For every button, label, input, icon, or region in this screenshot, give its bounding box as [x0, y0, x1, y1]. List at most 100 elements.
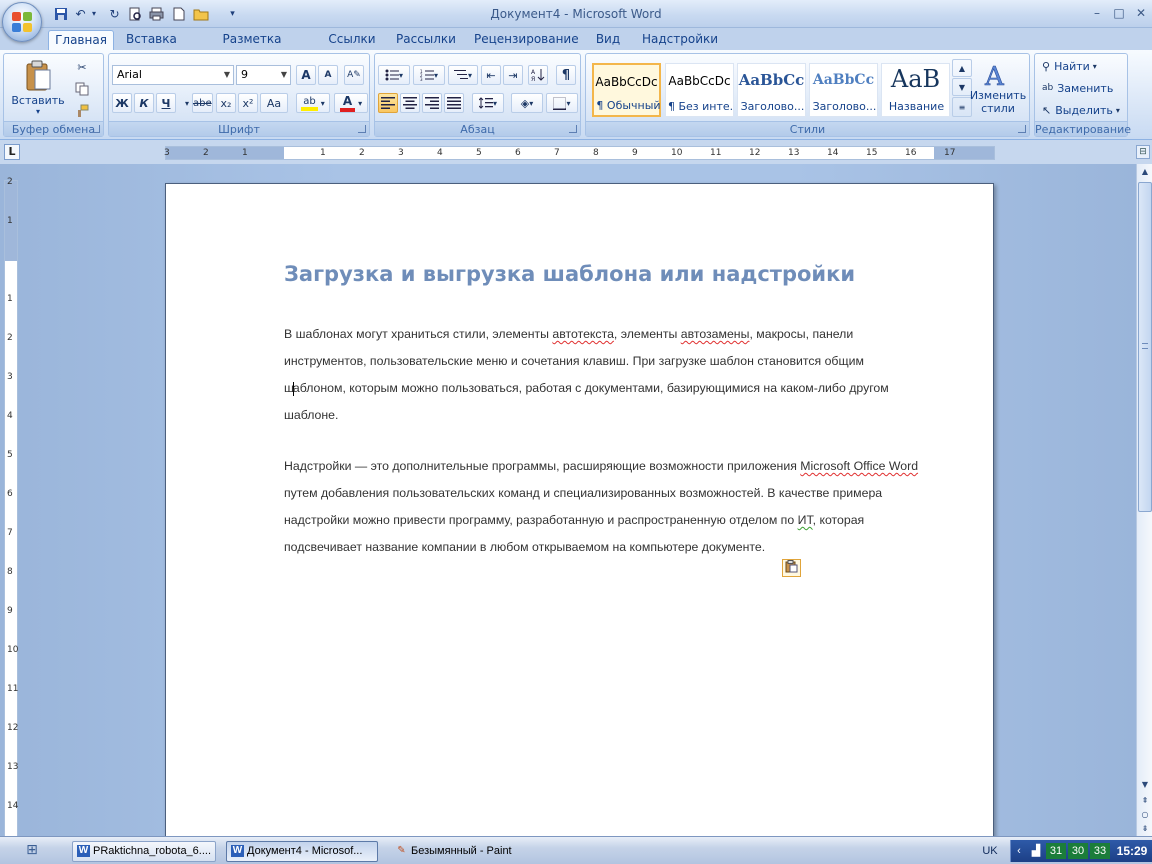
styles-launcher-icon[interactable] [1018, 125, 1026, 133]
taskbar-item-paint[interactable]: ✎ Безымянный - Paint [390, 841, 540, 862]
spelling-error[interactable]: Microsoft Office Word [800, 459, 918, 473]
font-color-button[interactable]: A ▾ [334, 93, 368, 113]
show-formatting-button[interactable]: ¶ [556, 65, 576, 85]
italic-button[interactable]: К [134, 93, 154, 113]
styles-scroll-up-icon[interactable]: ▲ [952, 59, 972, 77]
tray-counter-2[interactable]: 30 [1068, 843, 1088, 859]
taskbar-item-praktichna[interactable]: W PRaktichna_robota_6.... [72, 841, 216, 862]
multilevel-list-button[interactable]: ▾ [448, 65, 478, 85]
change-styles-button[interactable]: A Изменить стили [970, 56, 1026, 120]
taskbar-item-document4[interactable]: W Документ4 - Microsof... [226, 841, 378, 862]
minimize-button[interactable]: – [1086, 4, 1108, 22]
tab-review[interactable]: Рецензирование [468, 30, 580, 50]
tab-page-layout[interactable]: Разметка страницы [190, 30, 314, 65]
print-preview-icon[interactable] [126, 5, 143, 22]
scroll-up-icon[interactable]: ▲ [1138, 165, 1152, 179]
tab-addins[interactable]: Надстройки [636, 30, 722, 50]
font-launcher-icon[interactable] [358, 125, 366, 133]
borders-icon [553, 96, 567, 110]
copy-icon[interactable] [72, 79, 92, 99]
spelling-error[interactable]: автотекста [552, 327, 614, 341]
style-heading-2[interactable]: AaBbCc Заголово... [809, 63, 878, 117]
clipboard-launcher-icon[interactable] [92, 125, 100, 133]
undo-dropdown-icon[interactable]: ▾ [89, 5, 99, 22]
justify-button[interactable] [444, 93, 464, 113]
tab-references[interactable]: Ссылки [322, 30, 382, 50]
font-size-combo[interactable]: 9 ▼ [236, 65, 291, 85]
ruler-number: 13 [788, 148, 800, 158]
horizontal-ruler[interactable]: 3 2 1 1 2 3 4 5 6 7 8 9 10 11 12 13 14 15 16 17 [164, 146, 995, 160]
scrollbar-thumb[interactable] [1138, 182, 1152, 512]
language-indicator[interactable]: UK [976, 842, 1004, 860]
numbering-button[interactable]: 1 2 3 ▾ [413, 65, 445, 85]
vertical-scrollbar[interactable]: ▲ ▼ ⇞ ○ ⇟ [1136, 164, 1152, 836]
undo-icon[interactable]: ↶ [72, 5, 89, 22]
style-heading-1[interactable]: AaBbCc Заголово... [737, 63, 806, 117]
font-name-combo[interactable]: Arial ▼ [112, 65, 234, 85]
customize-toolbar-icon[interactable]: ▾ [224, 5, 241, 22]
highlight-color-button[interactable]: ab ▾ [296, 93, 330, 113]
tab-selector-button[interactable]: L [4, 144, 20, 160]
sort-icon[interactable]: AЯ [528, 65, 548, 85]
tab-view[interactable]: Вид [588, 30, 628, 50]
format-painter-icon[interactable] [72, 101, 92, 121]
superscript-button[interactable]: x² [238, 93, 258, 113]
paste-button[interactable]: Вставить ▾ [10, 56, 66, 120]
shading-button[interactable]: ◈ ▾ [511, 93, 543, 113]
grammar-error[interactable]: ИТ [798, 513, 813, 527]
print-icon[interactable] [148, 5, 165, 22]
document-page[interactable]: Загрузка и выгрузка шаблона или надстрой… [165, 183, 994, 836]
line-spacing-button[interactable]: ▾ [472, 93, 504, 113]
tray-expand-icon[interactable]: ‹ [1013, 843, 1025, 859]
redo-icon[interactable]: ↻ [106, 5, 123, 22]
align-right-button[interactable] [422, 93, 442, 113]
tab-mailings[interactable]: Рассылки [390, 30, 460, 50]
change-case-button[interactable]: Aa [260, 93, 288, 113]
style-no-spacing[interactable]: AaBbCcDc ¶ Без инте... [665, 63, 734, 117]
bold-button[interactable]: Ж [112, 93, 132, 113]
vertical-ruler[interactable]: 2 1 1 2 3 4 5 6 7 8 9 10 11 12 13 14 [4, 177, 18, 836]
subscript-button[interactable]: x₂ [216, 93, 236, 113]
scroll-down-icon[interactable]: ▼ [1138, 778, 1152, 792]
style-title[interactable]: AaB Название [881, 63, 950, 117]
grow-font-button[interactable]: A [296, 65, 316, 85]
bullets-button[interactable]: ▾ [378, 65, 410, 85]
close-button[interactable]: ✕ [1130, 4, 1152, 22]
office-button[interactable] [2, 2, 42, 42]
replace-button[interactable]: ab Заменить [1039, 78, 1125, 98]
find-label: Найти [1054, 59, 1090, 73]
maximize-button[interactable]: □ [1108, 4, 1130, 22]
align-center-button[interactable] [400, 93, 420, 113]
borders-button[interactable]: ▾ [546, 93, 578, 113]
windows-start-icon[interactable]: ⊞ [20, 842, 44, 860]
cut-icon[interactable]: ✂ [72, 57, 92, 77]
open-folder-icon[interactable] [192, 5, 209, 22]
select-button[interactable]: ↖ Выделить ▾ [1039, 100, 1125, 120]
clock[interactable]: 15:29 [1113, 843, 1151, 859]
tray-counter-1[interactable]: 31 [1046, 843, 1066, 859]
paste-options-icon[interactable] [782, 559, 801, 577]
paragraph-launcher-icon[interactable] [569, 125, 577, 133]
strikethrough-button[interactable]: abe [192, 93, 213, 113]
tab-home[interactable]: Главная [48, 30, 114, 50]
find-button[interactable]: ⚲ Найти ▾ [1039, 56, 1125, 76]
tray-counter-3[interactable]: 33 [1090, 843, 1110, 859]
previous-page-icon[interactable]: ⇞ [1138, 794, 1152, 808]
ribbon: Вставить ▾ ✂ Буфер обмена Arial ▼ 9 ▼ A … [0, 50, 1152, 140]
spelling-error[interactable]: автозамены [681, 327, 750, 341]
align-left-button[interactable] [378, 93, 398, 113]
increase-indent-icon[interactable]: ⇥ [503, 65, 523, 85]
new-document-icon[interactable] [170, 5, 187, 22]
network-icon[interactable]: ▟ [1027, 843, 1045, 859]
underline-button[interactable]: Ч [156, 93, 176, 113]
clear-formatting-icon[interactable]: A✎ [344, 65, 364, 85]
next-page-icon[interactable]: ⇟ [1138, 822, 1152, 836]
view-ruler-icon[interactable]: ⊟ [1136, 145, 1150, 159]
ruler-number: 4 [7, 411, 13, 421]
tab-insert[interactable]: Вставка [120, 30, 182, 50]
decrease-indent-icon[interactable]: ⇤ [481, 65, 501, 85]
style-normal[interactable]: AaBbCcDc ¶ Обычный [592, 63, 661, 117]
shrink-font-button[interactable]: A [318, 65, 338, 85]
select-browse-object-icon[interactable]: ○ [1138, 808, 1152, 822]
save-icon[interactable] [52, 5, 69, 22]
